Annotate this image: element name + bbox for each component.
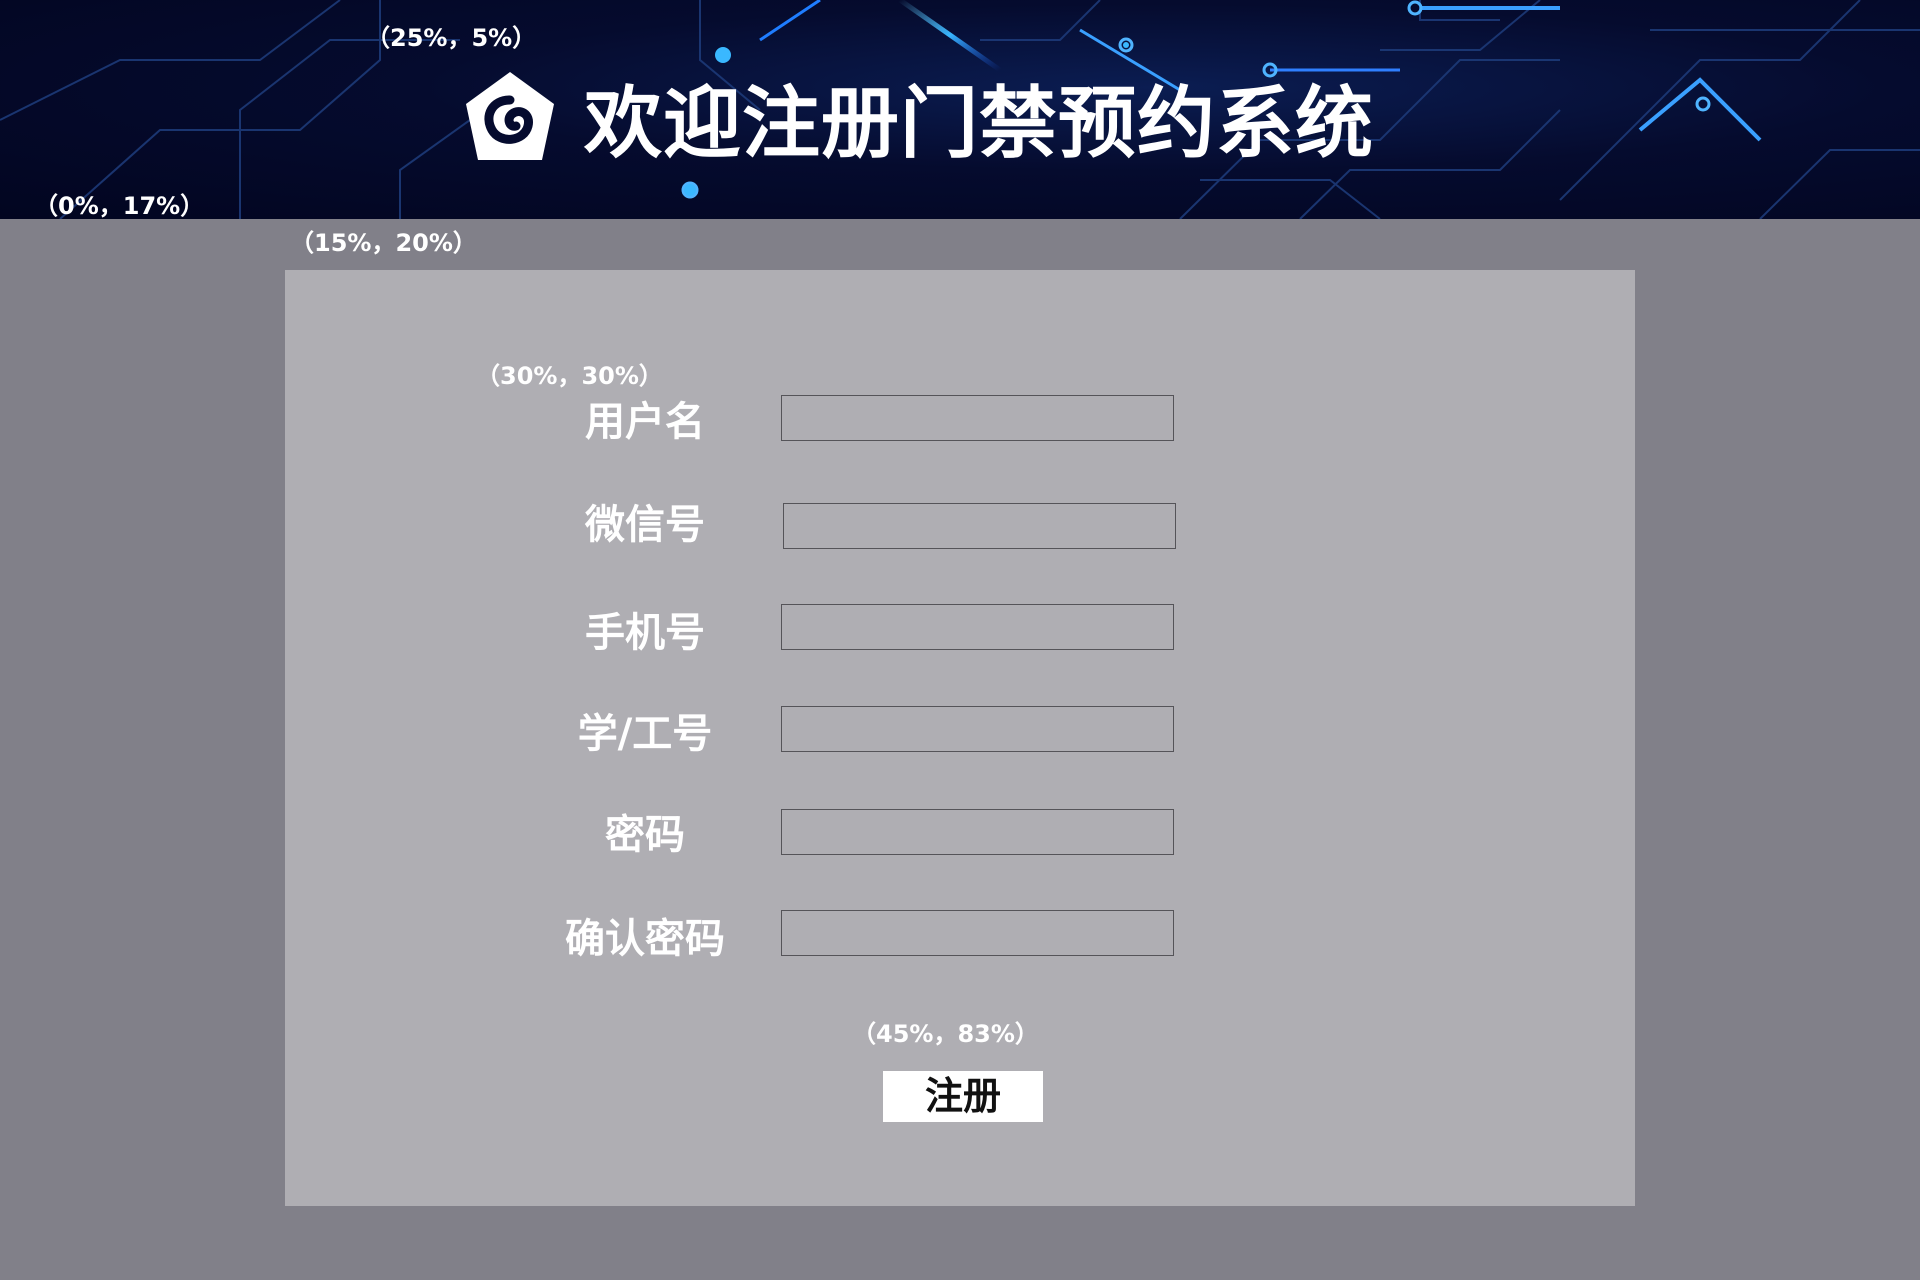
- username-label: 用户名: [585, 399, 705, 445]
- coord-annotation-button: （45%，83%）: [852, 1020, 1039, 1048]
- header-banner: 欢迎注册门禁预约系统 （25%，5%） （0%，17%）: [0, 0, 1920, 219]
- phone-label: 手机号: [585, 610, 705, 656]
- wechat-label: 微信号: [585, 502, 705, 548]
- house-swirl-icon: [462, 68, 558, 164]
- student-id-input[interactable]: [781, 706, 1174, 752]
- confirm-password-input[interactable]: [781, 910, 1174, 956]
- coord-annotation-title: （25%，5%）: [366, 24, 537, 52]
- coord-annotation-form: （30%，30%）: [476, 362, 663, 390]
- password-label: 密码: [605, 812, 685, 858]
- register-button[interactable]: 注册: [883, 1071, 1043, 1122]
- password-input[interactable]: [781, 809, 1174, 855]
- confirm-password-label: 确认密码: [565, 916, 725, 962]
- username-input[interactable]: [781, 395, 1174, 441]
- student-id-label: 学/工号: [577, 711, 713, 757]
- wechat-input[interactable]: [783, 503, 1176, 549]
- page-title: 欢迎注册门禁预约系统: [584, 79, 1375, 169]
- registration-page: 欢迎注册门禁预约系统 （25%，5%） （0%，17%） （15%，20%） （…: [0, 0, 1920, 1280]
- phone-input[interactable]: [781, 604, 1174, 650]
- coord-annotation-left: （0%，17%）: [34, 192, 205, 219]
- coord-annotation-panel: （15%，20%）: [290, 229, 477, 257]
